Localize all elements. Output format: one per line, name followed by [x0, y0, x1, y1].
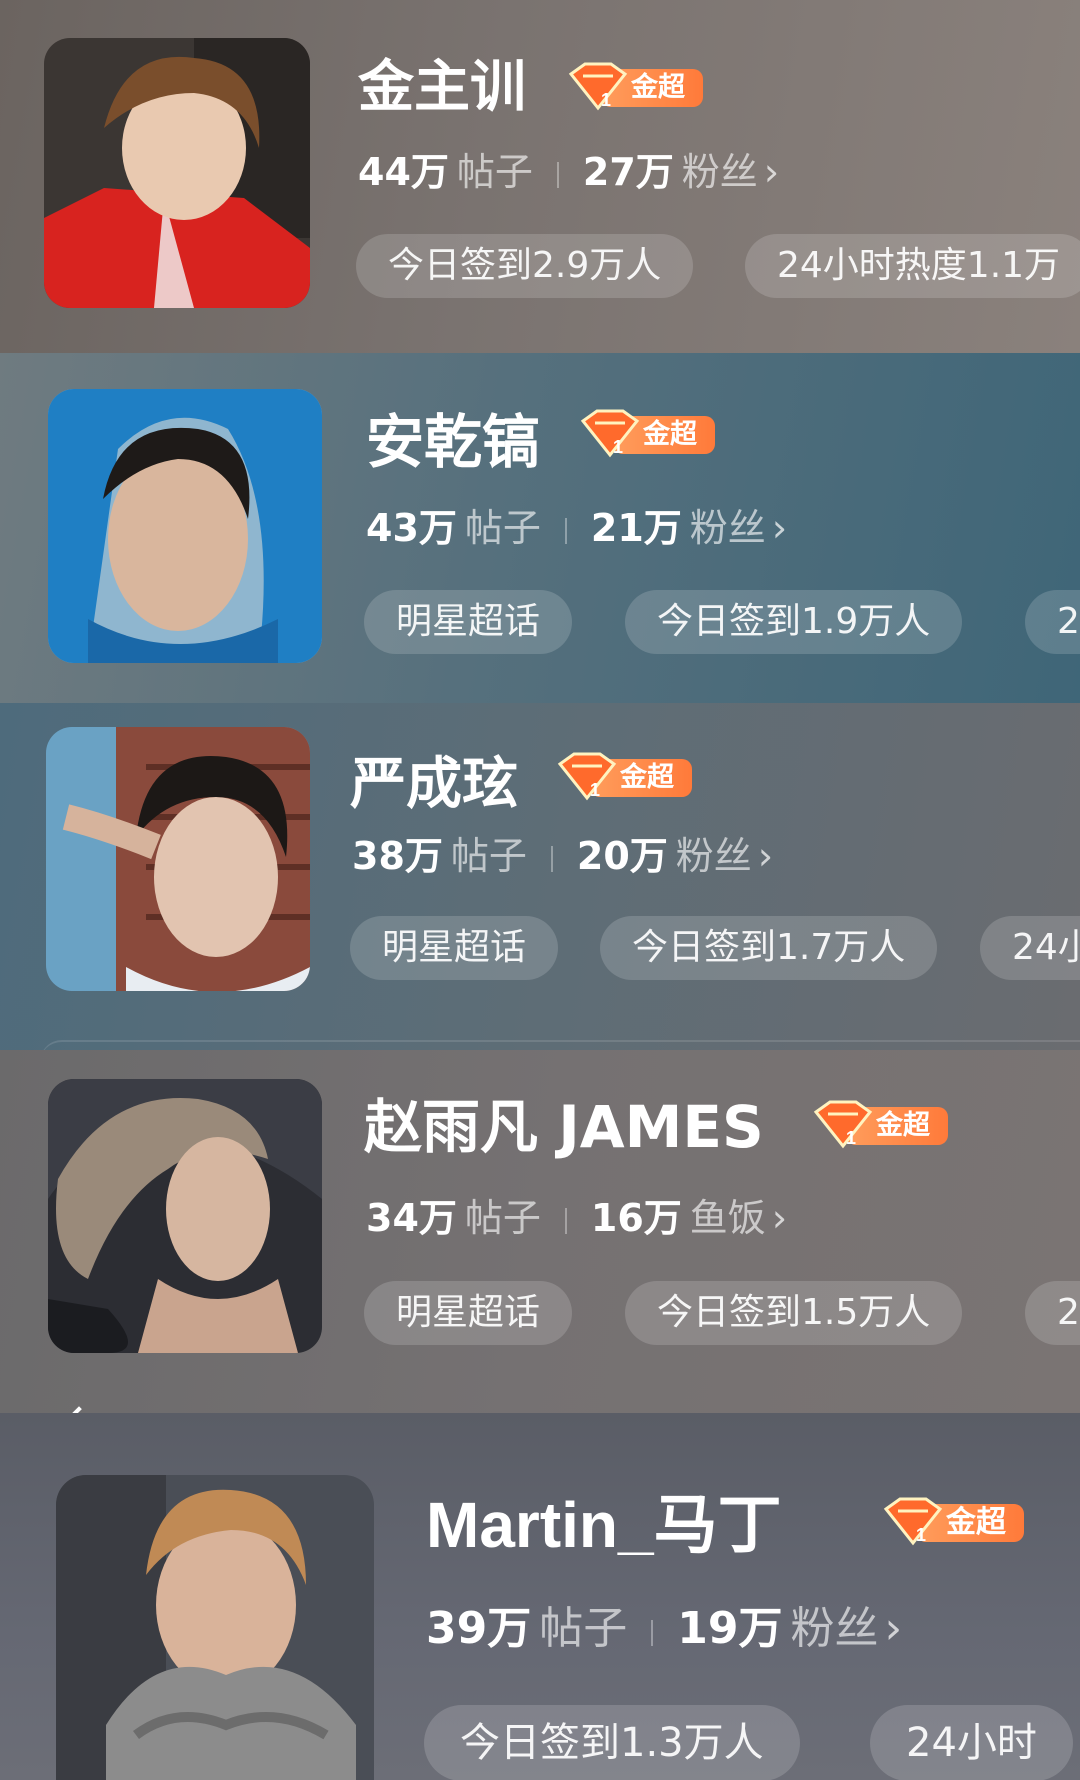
svg-text:1: 1 [590, 780, 600, 800]
posts-count: 34万 [366, 1196, 457, 1240]
diamond-rank-1-icon: 1 [883, 1497, 943, 1546]
fans-label: 鱼饭 [689, 1196, 766, 1240]
svg-text:1: 1 [916, 1525, 926, 1545]
separator [564, 518, 567, 544]
topic-stats[interactable]: 43万 帖子 21万 粉丝 › [366, 509, 787, 547]
avatar[interactable] [56, 1475, 374, 1780]
tag-checkin[interactable]: 今日签到1.9万人 [625, 590, 963, 654]
topic-stats[interactable]: 39万 帖子 19万 粉丝 › [426, 1607, 902, 1651]
tag-checkin[interactable]: 今日签到1.7万人 [600, 916, 938, 980]
fans-label: 粉丝 [675, 834, 752, 878]
posts-count: 39万 [426, 1603, 532, 1654]
diamond-rank-1-icon: 1 [568, 62, 628, 111]
tag-checkin[interactable]: 今日签到1.3万人 [424, 1705, 800, 1780]
posts-count: 38万 [352, 834, 443, 878]
chevron-right-icon: › [884, 1603, 903, 1654]
topic-stats[interactable]: 38万 帖子 20万 粉丝 › [352, 837, 773, 875]
diamond-rank-1-icon: 1 [580, 409, 640, 458]
chevron-right-icon: › [771, 506, 788, 550]
posts-label: 帖子 [539, 1603, 628, 1654]
topic-card[interactable]: 金主训 金超 1 44万 帖子 27万 粉丝 › 今日签到2.9万人 24小时热度1.1… [0, 0, 1080, 353]
tag-heat[interactable]: 24 [1025, 590, 1080, 654]
topic-name[interactable]: 金主训 [358, 60, 526, 116]
separator [651, 1620, 654, 1646]
posts-label: 帖子 [450, 834, 527, 878]
posts-label: 帖子 [456, 150, 533, 194]
topic-name[interactable]: 赵雨凡 JAMES [364, 1098, 764, 1156]
diamond-rank-1-icon: 1 [557, 752, 617, 801]
chevron-right-icon: › [771, 1196, 788, 1240]
avatar[interactable] [48, 1079, 322, 1353]
avatar[interactable] [46, 727, 310, 991]
topic-card[interactable]: 赵雨凡 JAMES 金超 1 34万 帖子 16万 鱼饭 › 明星超话 今日签到1.5万… [0, 1050, 1080, 1413]
separator [564, 1208, 567, 1234]
svg-text:1: 1 [846, 1128, 856, 1148]
topic-stats[interactable]: 34万 帖子 16万 鱼饭 › [366, 1199, 787, 1237]
tag-heat[interactable]: 2 [1025, 1281, 1080, 1345]
tag-checkin[interactable]: 今日签到1.5万人 [625, 1281, 963, 1345]
svg-text:1: 1 [601, 90, 611, 110]
fans-count: 20万 [576, 834, 668, 878]
fans-label: 粉丝 [790, 1603, 879, 1654]
separator [550, 846, 553, 872]
fans-count: 21万 [590, 506, 682, 550]
topic-name[interactable]: Martin_马丁 [426, 1493, 782, 1557]
fans-count: 27万 [582, 150, 674, 194]
posts-label: 帖子 [464, 506, 541, 550]
posts-count: 44万 [358, 150, 449, 194]
tag-star-topic[interactable]: 明星超话 [350, 916, 559, 980]
chevron-right-icon: › [763, 150, 780, 194]
chevron-right-icon: › [757, 834, 774, 878]
fans-count: 16万 [590, 1196, 682, 1240]
topic-stats[interactable]: 44万 帖子 27万 粉丝 › [358, 153, 779, 191]
tag-checkin[interactable]: 今日签到2.9万人 [356, 234, 694, 298]
topic-name[interactable]: 安乾镐 [366, 413, 540, 471]
fans-count: 19万 [677, 1603, 783, 1654]
tag-heat[interactable]: 24小时热度1.1万 [745, 234, 1080, 298]
fans-label: 粉丝 [681, 150, 758, 194]
posts-count: 43万 [366, 506, 457, 550]
topic-card[interactable]: 严成玹 金超 1 38万 帖子 20万 粉丝 › 明星超话 今日签到1.7万人 24小 [0, 703, 1080, 1050]
posts-label: 帖子 [464, 1196, 541, 1240]
avatar[interactable] [44, 38, 310, 308]
topic-card[interactable]: 安乾镐 金超 1 43万帖子21万粉丝› 明星超话 今日签到1.9万人 24 [0, 353, 1080, 703]
separator [556, 162, 559, 188]
svg-text:1: 1 [613, 437, 623, 457]
fans-label: 粉丝 [689, 506, 766, 550]
tag-heat[interactable]: 24小时 [870, 1705, 1073, 1780]
avatar[interactable] [48, 389, 322, 663]
topic-card[interactable]: Martin_马丁 金超 1 39万 帖子 19万 粉丝 › 今日签到1.3万人 24小… [0, 1413, 1080, 1780]
topic-name[interactable]: 严成玹 [350, 757, 518, 813]
diamond-rank-1-icon: 1 [813, 1100, 873, 1149]
tag-heat[interactable]: 24小 [980, 916, 1080, 980]
tag-star-topic[interactable]: 明星超话 [364, 1281, 573, 1345]
tag-star-topic[interactable]: 明星超话 [364, 590, 573, 654]
